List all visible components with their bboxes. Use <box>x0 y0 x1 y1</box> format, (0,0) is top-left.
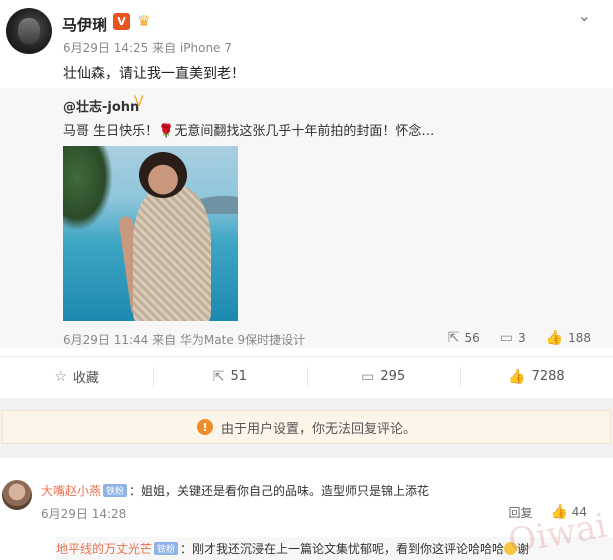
share-icon: ⇱ <box>447 330 460 346</box>
repost-box[interactable]: @壮志-john V 马哥 生日快乐！🌹无意间翻找这张几乎十年前拍的封面！怀念…… <box>0 88 613 348</box>
comment-like-count: 44 <box>571 505 587 519</box>
commenter-avatar[interactable] <box>2 480 32 510</box>
comment-time: 6月29日 14:28 <box>41 507 127 521</box>
repost-stats: ⇱ 56 ▭ 3 👍 188 <box>448 330 591 346</box>
repost-comment-button[interactable]: ▭ 3 <box>500 330 526 346</box>
reply-button[interactable]: 回复 <box>508 504 532 521</box>
repost-text: 马哥 生日快乐！🌹无意间翻找这张几乎十年前拍的封面！怀念… <box>63 120 434 139</box>
comment-list: 大嘴赵小燕 铁粉 ：姐姐，关键还是看你自己的品味。造型师只是锦上添花 6月29日 1… <box>0 458 613 560</box>
star-icon: ☆ <box>54 368 67 385</box>
comment-count: 295 <box>380 369 406 384</box>
share-icon: ⇱ <box>212 368 225 385</box>
thumbs-up-icon: 👍 <box>545 330 564 346</box>
vip-crown-icon: ♛ <box>137 12 151 30</box>
fan-badge: 铁粉 <box>103 484 128 497</box>
rose-icon: 🌹 <box>158 124 175 139</box>
weibo-post-card: 马伊琍 V ♛ 6月29日 14:25 来自 iPhone 7 ⌄ 壮仙森，请让… <box>0 0 613 398</box>
comment-tail-text: 谢 <box>517 542 530 556</box>
comment-item: 大嘴赵小燕 铁粉 ：姐姐，关键还是看你自己的品味。造型师只是锦上添花 <box>41 482 429 499</box>
author-avatar[interactable] <box>6 8 52 54</box>
chevron-down-icon[interactable]: ⌄ <box>578 6 591 25</box>
comment-button[interactable]: ▭ 295 <box>306 357 460 396</box>
thumbs-up-icon: 👍 <box>550 504 568 520</box>
comment-text: ：刚才我还沉浸在上一篇论文集忧郁呢，看到你这评论哈哈哈 <box>180 542 505 556</box>
notice-text: 由于用户设置，你无法回复评论。 <box>220 421 416 437</box>
repost-share-button[interactable]: ⇱ 56 <box>448 330 480 346</box>
share-count: 51 <box>230 369 248 384</box>
fan-badge: 铁粉 <box>154 542 179 555</box>
reply-restricted-notice: ! 由于用户设置，你无法回复评论。 <box>2 410 611 444</box>
comment-icon: ▭ <box>499 330 514 346</box>
post-action-bar: ☆ 收藏 ⇱ 51 ▭ 295 👍 7288 <box>0 356 613 396</box>
favorite-label: 收藏 <box>72 371 99 386</box>
repost-share-count: 56 <box>464 331 480 345</box>
comment-like-button[interactable]: 👍 44 <box>550 504 587 521</box>
repost-like-button[interactable]: 👍 188 <box>546 330 591 346</box>
grin-emoji-icon <box>504 542 518 555</box>
repost-comment-count: 3 <box>518 331 526 345</box>
comment-text: ：姐姐，关键还是看你自己的品味。造型师只是锦上添花 <box>129 484 430 498</box>
comment-actions: 回复 👍 44 <box>508 504 587 521</box>
thumbs-up-icon: 👍 <box>508 368 526 385</box>
repost-photo[interactable] <box>63 146 238 321</box>
repost-text-part1: 马哥 生日快乐！ <box>63 124 159 139</box>
verified-badge-icon: V <box>113 13 130 30</box>
post-text: 壮仙森，请让我一直美到老！ <box>63 66 245 82</box>
author-name[interactable]: 马伊琍 <box>62 14 107 35</box>
repost-like-count: 188 <box>568 331 591 345</box>
post-meta: 6月29日 14:25 来自 iPhone 7 <box>63 41 232 55</box>
like-count: 7288 <box>531 369 565 384</box>
repost-meta: 6月29日 11:44 来自 华为Mate 9保时捷设计 <box>63 333 306 347</box>
warning-icon: ! <box>196 419 213 435</box>
like-button[interactable]: 👍 7288 <box>459 357 613 396</box>
repost-author[interactable]: @壮志-john <box>63 96 139 115</box>
favorite-button[interactable]: ☆ 收藏 <box>0 357 153 396</box>
commenter-name[interactable]: 大嘴赵小燕 <box>41 484 101 498</box>
share-button[interactable]: ⇱ 51 <box>153 357 306 396</box>
comment-icon: ▭ <box>361 368 375 385</box>
repost-text-part2: 无意间翻找这张几乎十年前拍的封面！怀念… <box>174 124 435 139</box>
comment-reply-item: 地平线的万丈光芒 铁粉 ：刚才我还沉浸在上一篇论文集忧郁呢，看到你这评论哈哈哈谢 <box>56 537 613 560</box>
commenter-name[interactable]: 地平线的万丈光芒 <box>56 542 152 556</box>
verified-v-icon: V <box>134 94 144 110</box>
